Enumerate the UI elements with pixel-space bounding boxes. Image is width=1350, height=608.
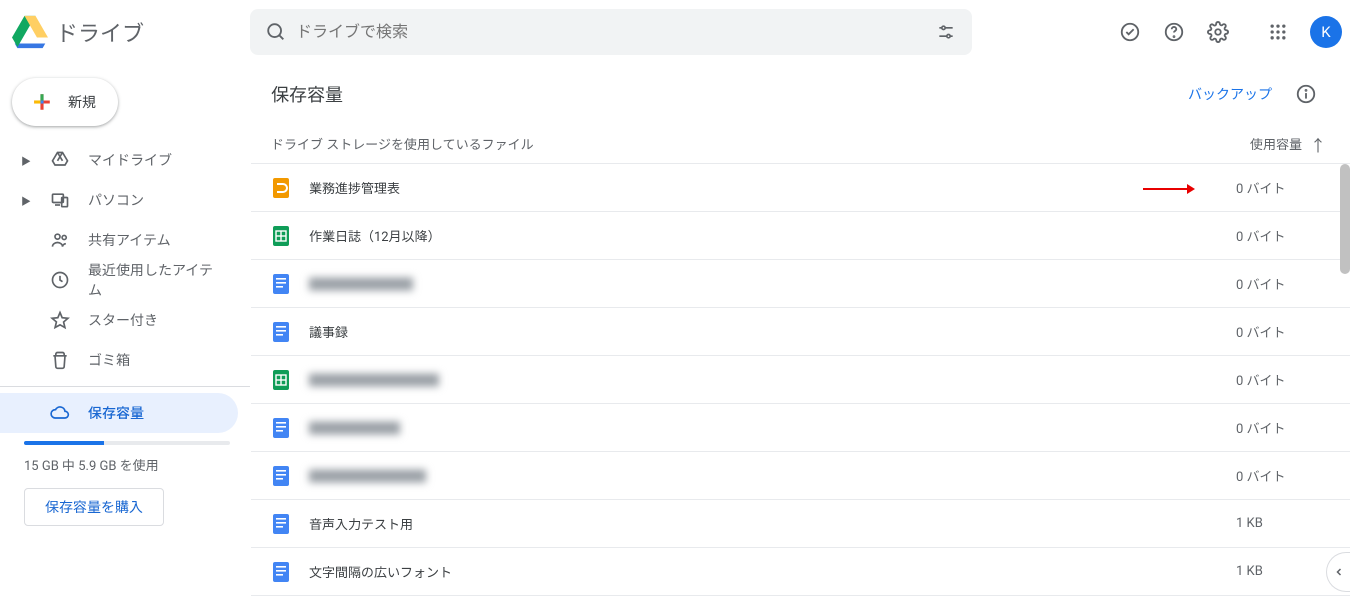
file-size: 1 KB bbox=[1236, 564, 1326, 579]
sheets-file-icon bbox=[271, 226, 291, 246]
expand-icon[interactable]: ▶ bbox=[20, 153, 32, 168]
settings-gear-icon[interactable] bbox=[1198, 12, 1238, 52]
search-input[interactable] bbox=[296, 22, 926, 41]
cloud-icon bbox=[50, 403, 70, 423]
expand-icon[interactable]: ▶ bbox=[20, 193, 32, 208]
search-bar[interactable] bbox=[250, 9, 972, 55]
file-size: 0 バイト bbox=[1236, 274, 1326, 293]
column-header-size-label: 使用容量 bbox=[1250, 134, 1302, 153]
sidebar-item-label: ゴミ箱 bbox=[88, 350, 130, 370]
file-size: 0 バイト bbox=[1236, 226, 1326, 245]
file-name: █████████ bbox=[309, 466, 1236, 485]
header-actions: K bbox=[1080, 12, 1342, 52]
people-icon bbox=[50, 230, 70, 250]
file-name: ███████ bbox=[309, 418, 1236, 437]
file-size: 0 バイト bbox=[1236, 466, 1326, 485]
sidebar-item-label: スター付き bbox=[88, 310, 158, 330]
docs-file-icon bbox=[271, 514, 291, 534]
buy-storage-button[interactable]: 保存容量を購入 bbox=[24, 488, 164, 526]
file-row[interactable]: ███████0 バイト bbox=[251, 404, 1350, 452]
sidebar-item-label: 共有アイテム bbox=[88, 230, 171, 250]
docs-file-icon bbox=[271, 322, 291, 342]
scrollbar-thumb[interactable] bbox=[1340, 164, 1350, 274]
drive-logo-icon bbox=[12, 14, 48, 50]
search-options-icon[interactable] bbox=[926, 12, 966, 52]
docs-file-icon bbox=[271, 466, 291, 486]
app-header: ドライブ K bbox=[0, 0, 1350, 64]
list-header: ドライブ ストレージを使用しているファイル 使用容量 ↑ bbox=[251, 124, 1350, 164]
file-row[interactable]: ████████0 バイト bbox=[251, 260, 1350, 308]
drive-icon bbox=[50, 150, 70, 170]
main-header: 保存容量 バックアップ bbox=[251, 64, 1350, 124]
new-button-label: 新規 bbox=[68, 92, 96, 112]
file-size: 0 バイト bbox=[1236, 322, 1326, 341]
sort-ascending-icon[interactable]: ↑ bbox=[1310, 132, 1326, 156]
file-row[interactable]: 議事録0 バイト bbox=[251, 308, 1350, 356]
column-header-name[interactable]: ドライブ ストレージを使用しているファイル bbox=[271, 134, 1236, 153]
file-size: 0 バイト bbox=[1236, 418, 1326, 437]
sidebar-item-star[interactable]: スター付き bbox=[0, 300, 238, 340]
sidebar-item-label: 保存容量 bbox=[88, 403, 144, 423]
star-icon bbox=[50, 310, 70, 330]
file-name: 作業日誌（12月以降） bbox=[309, 226, 1236, 245]
help-icon[interactable] bbox=[1154, 12, 1194, 52]
file-row[interactable]: █████████0 バイト bbox=[251, 452, 1350, 500]
sidebar-item-label: パソコン bbox=[88, 190, 144, 210]
account-avatar[interactable]: K bbox=[1310, 16, 1342, 48]
info-icon[interactable] bbox=[1286, 74, 1326, 114]
file-name: 音声入力テスト用 bbox=[309, 514, 1236, 533]
search-icon[interactable] bbox=[256, 12, 296, 52]
sidebar-item-drive[interactable]: ▶ マイドライブ bbox=[0, 140, 238, 180]
plus-icon bbox=[28, 88, 56, 116]
file-row[interactable]: 業務進捗管理表0 バイト bbox=[251, 164, 1350, 212]
file-name: 業務進捗管理表 bbox=[309, 178, 1236, 197]
nav-divider bbox=[0, 386, 250, 387]
main-content: 保存容量 バックアップ ドライブ ストレージを使用しているファイル 使用容量 ↑… bbox=[250, 64, 1350, 608]
sidebar-item-label: マイドライブ bbox=[88, 150, 172, 170]
new-button[interactable]: 新規 bbox=[12, 78, 118, 126]
backup-link[interactable]: バックアップ bbox=[1188, 84, 1272, 104]
file-list: 業務進捗管理表0 バイト作業日誌（12月以降）0 バイト████████0 バイ… bbox=[251, 164, 1350, 596]
logo-area[interactable]: ドライブ bbox=[12, 14, 250, 50]
product-name: ドライブ bbox=[56, 16, 144, 48]
apps-grid-icon[interactable] bbox=[1258, 12, 1298, 52]
docs-file-icon bbox=[271, 274, 291, 294]
offline-ready-icon[interactable] bbox=[1110, 12, 1150, 52]
sidebar-item-devices[interactable]: ▶ パソコン bbox=[0, 180, 238, 220]
file-name: ██████████ bbox=[309, 370, 1236, 389]
docs-file-icon bbox=[271, 562, 291, 582]
column-header-size[interactable]: 使用容量 ↑ bbox=[1236, 132, 1326, 156]
sidebar-item-clock[interactable]: 最近使用したアイテム bbox=[0, 260, 238, 300]
clock-icon bbox=[50, 270, 70, 290]
file-row[interactable]: 文字間隔の広いフォント1 KB bbox=[251, 548, 1350, 596]
sidebar-item-storage[interactable]: 保存容量 bbox=[0, 393, 238, 433]
file-size: 0 バイト bbox=[1236, 178, 1326, 197]
sidebar-item-trash[interactable]: ゴミ箱 bbox=[0, 340, 238, 380]
storage-usage-text: 15 GB 中 5.9 GB を使用 bbox=[24, 455, 230, 474]
file-row[interactable]: ██████████0 バイト bbox=[251, 356, 1350, 404]
file-row[interactable]: 作業日誌（12月以降）0 バイト bbox=[251, 212, 1350, 260]
jamboard-file-icon bbox=[271, 178, 291, 198]
file-name: 議事録 bbox=[309, 322, 1236, 341]
devices-icon bbox=[50, 190, 70, 210]
storage-block: 15 GB 中 5.9 GB を使用 保存容量を購入 bbox=[0, 433, 250, 526]
file-name: ████████ bbox=[309, 274, 1236, 293]
sidebar-item-people[interactable]: 共有アイテム bbox=[0, 220, 238, 260]
file-row[interactable]: 音声入力テスト用1 KB bbox=[251, 500, 1350, 548]
trash-icon bbox=[50, 350, 70, 370]
file-name: 文字間隔の広いフォント bbox=[309, 562, 1236, 581]
sheets-file-icon bbox=[271, 370, 291, 390]
page-title: 保存容量 bbox=[271, 81, 1188, 107]
sidebar: 新規 ▶マイドライブ▶パソコン共有アイテム最近使用したアイテムスター付きゴミ箱 … bbox=[0, 64, 250, 608]
sidebar-item-label: 最近使用したアイテム bbox=[88, 260, 226, 300]
file-size: 0 バイト bbox=[1236, 370, 1326, 389]
storage-progress-bar bbox=[24, 441, 230, 445]
file-size: 1 KB bbox=[1236, 516, 1326, 531]
docs-file-icon bbox=[271, 418, 291, 438]
